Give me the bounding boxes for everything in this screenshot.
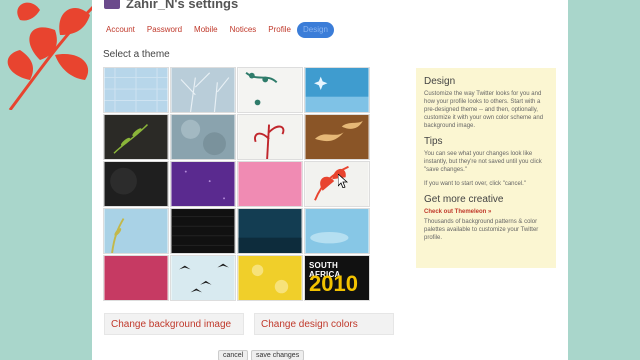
tab-account[interactable]: Account: [100, 22, 141, 38]
background-leaf-decoration: [7, 2, 97, 110]
settings-header: Zahir_N's settings: [104, 0, 239, 11]
theme-yellow-flowers[interactable]: [237, 255, 303, 301]
mouse-cursor-icon: [338, 174, 348, 188]
theme-grid: SOUTH AFRICA 2010: [103, 67, 370, 301]
tips-text-cancel: If you want to start over, click "cancel…: [424, 181, 526, 187]
avatar: [104, 0, 120, 9]
tips-heading: Tips: [424, 136, 443, 147]
change-background-button[interactable]: Change background image: [104, 313, 244, 335]
theme-light-blue-pattern[interactable]: [103, 67, 169, 113]
cancel-button[interactable]: cancel: [218, 350, 249, 360]
theme-dark-teal[interactable]: [237, 208, 303, 254]
tips-text: You can see what your changes look like …: [424, 151, 542, 173]
settings-tabs: Account Password Mobile Notices Profile …: [100, 22, 334, 38]
theme-dark-hex[interactable]: [170, 208, 236, 254]
theme-dark-leaves[interactable]: [103, 114, 169, 160]
theme-light-blue[interactable]: [304, 208, 370, 254]
tab-mobile[interactable]: Mobile: [188, 22, 224, 38]
tab-profile[interactable]: Profile: [262, 22, 297, 38]
design-sidebar: Design Customize the way Twitter looks f…: [416, 68, 556, 268]
design-heading: Design: [424, 76, 456, 87]
page-title: Zahir_N's settings: [126, 0, 239, 11]
theme-black-birds[interactable]: [170, 255, 236, 301]
theme-red-leaf[interactable]: [304, 161, 370, 207]
save-changes-button[interactable]: save changes: [251, 350, 305, 360]
theme-blue-grass[interactable]: [103, 208, 169, 254]
theme-sa-year: 2010: [309, 271, 358, 296]
theme-red-plant[interactable]: [237, 114, 303, 160]
theme-brown-birds[interactable]: [304, 114, 370, 160]
tab-password[interactable]: Password: [141, 22, 188, 38]
creative-heading: Get more creative: [424, 194, 504, 205]
tab-notices[interactable]: Notices: [224, 22, 263, 38]
theme-grey-branches[interactable]: [170, 67, 236, 113]
theme-pink[interactable]: [237, 161, 303, 207]
creative-text: Thousands of background patterns & color…: [424, 219, 539, 241]
theme-south-africa-2010[interactable]: SOUTH AFRICA 2010: [304, 255, 370, 301]
theme-white-floral[interactable]: [237, 67, 303, 113]
theme-magenta[interactable]: [103, 255, 169, 301]
theme-blue-sky[interactable]: [304, 67, 370, 113]
change-colors-button[interactable]: Change design colors: [254, 313, 394, 335]
theme-purple[interactable]: [170, 161, 236, 207]
tab-design[interactable]: Design: [296, 22, 334, 38]
themeleon-link[interactable]: Check out Themeleon »: [424, 209, 491, 215]
theme-black-texture[interactable]: [103, 161, 169, 207]
design-text: Customize the way Twitter looks for you …: [424, 91, 544, 129]
select-theme-heading: Select a theme: [103, 49, 170, 60]
theme-grey-texture[interactable]: [170, 114, 236, 160]
